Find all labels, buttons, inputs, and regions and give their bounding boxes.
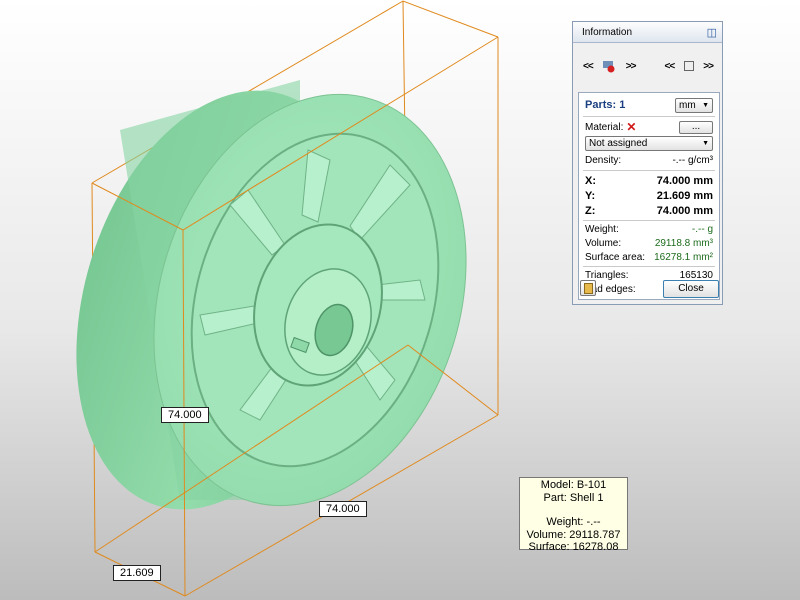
material-select[interactable]: Not assigned ▼ (585, 136, 713, 151)
unit-value: mm (679, 99, 696, 111)
part-icon[interactable] (683, 61, 694, 71)
panel-titlebar: Information ◫ (573, 22, 722, 43)
close-button[interactable]: Close (663, 280, 719, 298)
tooltip-surface: Surface: 16278.08 (528, 541, 619, 553)
density-value: -.-- g/cm³ (672, 155, 713, 166)
pin-icon[interactable]: ◫ (707, 26, 717, 39)
tooltip-weight: Weight: -.-- (546, 516, 601, 528)
y-label: Y: (585, 189, 596, 202)
chevron-down-icon: ▼ (702, 140, 709, 147)
tooltip-volume: Volume: 29118.787 (526, 528, 621, 541)
material-browse-button[interactable]: ... (679, 120, 713, 134)
volume-label: Volume: (585, 238, 622, 249)
z-label: Z: (585, 204, 596, 217)
tooltip-model: Model: B-101 (540, 479, 607, 491)
parts-count: Parts: 1 (585, 99, 626, 111)
navigation-row: << >> << >> (578, 46, 718, 86)
x-value: 74.000 mm (656, 174, 713, 187)
surface-area-value: 16278.1 mm² (654, 252, 713, 263)
error-x-icon: ✕ (626, 120, 637, 134)
panel-title: Information (582, 26, 633, 38)
density-label: Density: (585, 155, 622, 166)
material-label: Material: (585, 121, 624, 133)
chevron-down-icon: ▼ (702, 101, 709, 109)
divider (583, 266, 715, 267)
clipboard-icon (583, 282, 593, 294)
weight-label: Weight: (585, 224, 619, 235)
material-value: Not assigned (589, 138, 648, 149)
surface-area-label: Surface area: (585, 252, 646, 263)
x-label: X: (585, 174, 596, 187)
info-content: Parts: 1 mm ▼ Material: ✕ ... Not assign… (578, 92, 720, 300)
clipboard-button[interactable] (580, 280, 596, 296)
previous-model-button[interactable]: << (583, 61, 594, 72)
z-value: 74.000 mm (656, 204, 713, 217)
weight-value: -.-- g (691, 224, 713, 235)
y-value: 21.609 mm (656, 189, 713, 202)
information-panel: Information ◫ << >> << >> Parts: 1 mm ▼ … (572, 21, 723, 305)
wheel-model[interactable] (28, 55, 515, 545)
volume-value: 29118.8 mm³ (654, 238, 713, 249)
divider (583, 220, 715, 221)
dimension-width-label: 74.000 (319, 501, 367, 517)
next-model-button[interactable]: >> (626, 61, 637, 72)
previous-part-button[interactable]: << (665, 61, 676, 72)
divider (583, 170, 715, 171)
model-icon[interactable] (602, 59, 616, 73)
next-part-button[interactable]: >> (703, 61, 714, 72)
dimension-height-label: 74.000 (161, 407, 209, 423)
divider (583, 116, 715, 117)
dimension-depth-label: 21.609 (113, 565, 161, 581)
model-tooltip: Model: B-101 Part: Shell 1 Weight: -.-- … (519, 477, 628, 553)
tooltip-part: Part: Shell 1 (543, 491, 604, 504)
unit-select[interactable]: mm ▼ (675, 97, 713, 113)
